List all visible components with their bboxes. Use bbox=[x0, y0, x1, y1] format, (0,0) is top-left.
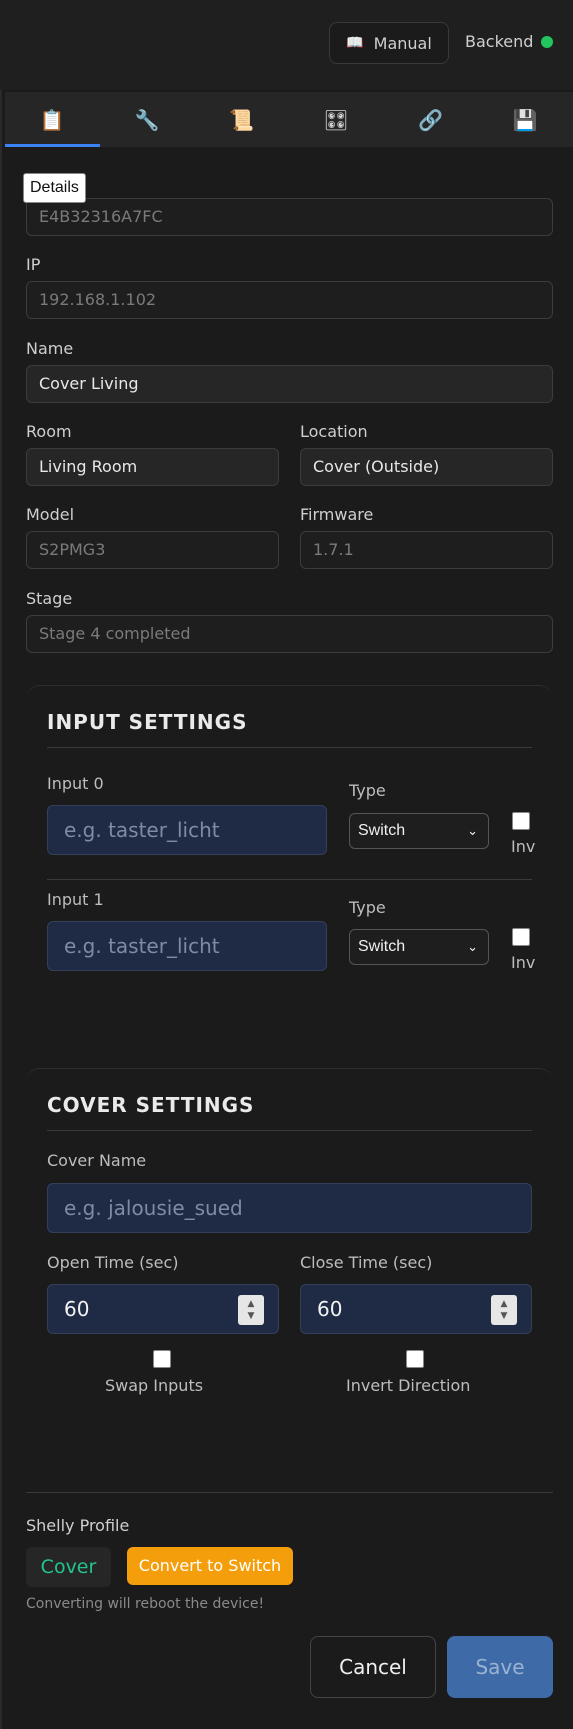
name-input[interactable]: Cover Living bbox=[26, 365, 553, 403]
input-settings-title: INPUT SETTINGS bbox=[47, 710, 248, 734]
divider bbox=[47, 879, 532, 880]
shelly-profile-label: Shelly Profile bbox=[26, 1516, 130, 1535]
tab-details[interactable]: 📋 bbox=[5, 92, 100, 147]
ip-field: 192.168.1.102 bbox=[26, 281, 553, 319]
room-input[interactable]: Living Room bbox=[26, 448, 279, 486]
backend-status: Backend bbox=[465, 32, 554, 51]
scroll-icon: 📜 bbox=[229, 107, 254, 132]
spinner-icon[interactable]: ▲ ▼ bbox=[491, 1295, 517, 1325]
chevron-down-icon: ⌄ bbox=[467, 939, 478, 954]
tab-script[interactable]: 📜 bbox=[194, 92, 289, 147]
tab-bar: 📋 🔧 📜 🎛 🔗 💾 bbox=[5, 92, 573, 147]
profile-badge: Cover bbox=[26, 1547, 111, 1587]
reboot-warning: Converting will reboot the device! bbox=[26, 1596, 265, 1612]
input-1-type-select[interactable]: Switch ⌄ bbox=[349, 929, 489, 965]
swap-inputs-checkbox[interactable] bbox=[153, 1350, 171, 1368]
input-1-label: Input 1 bbox=[47, 890, 104, 909]
ip-label: IP bbox=[26, 255, 41, 274]
cover-settings-card bbox=[26, 1068, 553, 1408]
room-label: Room bbox=[26, 422, 72, 441]
firmware-field: 1.7.1 bbox=[300, 531, 553, 569]
model-field: S2PMG3 bbox=[26, 531, 279, 569]
device-id-field: E4B32316A7FC bbox=[26, 198, 553, 236]
input-0-name-input[interactable]: e.g. taster_licht bbox=[47, 805, 327, 855]
convert-to-switch-button[interactable]: Convert to Switch bbox=[127, 1547, 293, 1585]
firmware-label: Firmware bbox=[300, 505, 374, 524]
invert-direction-label: Invert Direction bbox=[346, 1376, 471, 1395]
open-time-value: 60 bbox=[64, 1297, 90, 1321]
input-1-invert-checkbox[interactable] bbox=[512, 928, 530, 946]
manual-label: Manual bbox=[373, 33, 432, 53]
cancel-button[interactable]: Cancel bbox=[310, 1636, 436, 1698]
input-0-inv-label: Inv bbox=[511, 837, 536, 856]
remote-icon: 🎛 bbox=[323, 107, 349, 132]
clipboard-icon: 📋 bbox=[39, 107, 65, 132]
select-value: Switch bbox=[358, 822, 406, 839]
location-input[interactable]: Cover (Outside) bbox=[300, 448, 553, 486]
close-time-label: Close Time (sec) bbox=[300, 1253, 433, 1272]
tab-save[interactable]: 💾 bbox=[478, 92, 573, 147]
model-label: Model bbox=[26, 505, 75, 524]
open-time-input[interactable]: 60 ▲ ▼ bbox=[47, 1284, 279, 1334]
divider bbox=[47, 1130, 532, 1131]
stage-label: Stage bbox=[26, 589, 73, 608]
open-time-label: Open Time (sec) bbox=[47, 1253, 179, 1272]
divider bbox=[47, 747, 532, 748]
backend-label: Backend bbox=[465, 32, 534, 51]
invert-direction-checkbox[interactable] bbox=[406, 1350, 424, 1368]
input-1-inv-label: Inv bbox=[511, 953, 536, 972]
details-tooltip: Details bbox=[23, 173, 86, 203]
link-icon: 🔗 bbox=[418, 107, 444, 132]
tab-remote[interactable]: 🎛 bbox=[289, 92, 384, 147]
stage-field: Stage 4 completed bbox=[26, 615, 553, 653]
manual-button[interactable]: 📖 Manual bbox=[329, 22, 449, 64]
input-1-name-input[interactable]: e.g. taster_licht bbox=[47, 921, 327, 971]
location-label: Location bbox=[300, 422, 368, 441]
select-value: Switch bbox=[358, 938, 406, 955]
cover-name-label: Cover Name bbox=[47, 1151, 147, 1170]
tab-settings[interactable]: 🔧 bbox=[100, 92, 195, 147]
wrench-icon: 🔧 bbox=[134, 107, 160, 132]
input-0-invert-checkbox[interactable] bbox=[512, 812, 530, 830]
close-time-value: 60 bbox=[317, 1297, 343, 1321]
cover-name-input[interactable]: e.g. jalousie_sued bbox=[47, 1183, 532, 1233]
input-0-type-select[interactable]: Switch ⌄ bbox=[349, 813, 489, 849]
book-icon: 📖 bbox=[346, 35, 364, 51]
cover-settings-title: COVER SETTINGS bbox=[47, 1093, 255, 1117]
input-1-type-label: Type bbox=[349, 898, 386, 917]
name-label: Name bbox=[26, 339, 74, 358]
spinner-icon[interactable]: ▲ ▼ bbox=[238, 1295, 264, 1325]
top-bar: 📖 Manual Backend bbox=[0, 0, 573, 90]
floppy-disk-icon: 💾 bbox=[512, 107, 538, 132]
save-button[interactable]: Save bbox=[447, 1636, 553, 1698]
input-0-label: Input 0 bbox=[47, 774, 104, 793]
status-dot-icon bbox=[541, 35, 554, 48]
divider bbox=[26, 1492, 553, 1493]
chevron-down-icon: ⌄ bbox=[467, 823, 478, 838]
tab-links[interactable]: 🔗 bbox=[383, 92, 478, 147]
input-0-type-label: Type bbox=[349, 781, 386, 800]
close-time-input[interactable]: 60 ▲ ▼ bbox=[300, 1284, 532, 1334]
swap-inputs-label: Swap Inputs bbox=[105, 1376, 204, 1395]
